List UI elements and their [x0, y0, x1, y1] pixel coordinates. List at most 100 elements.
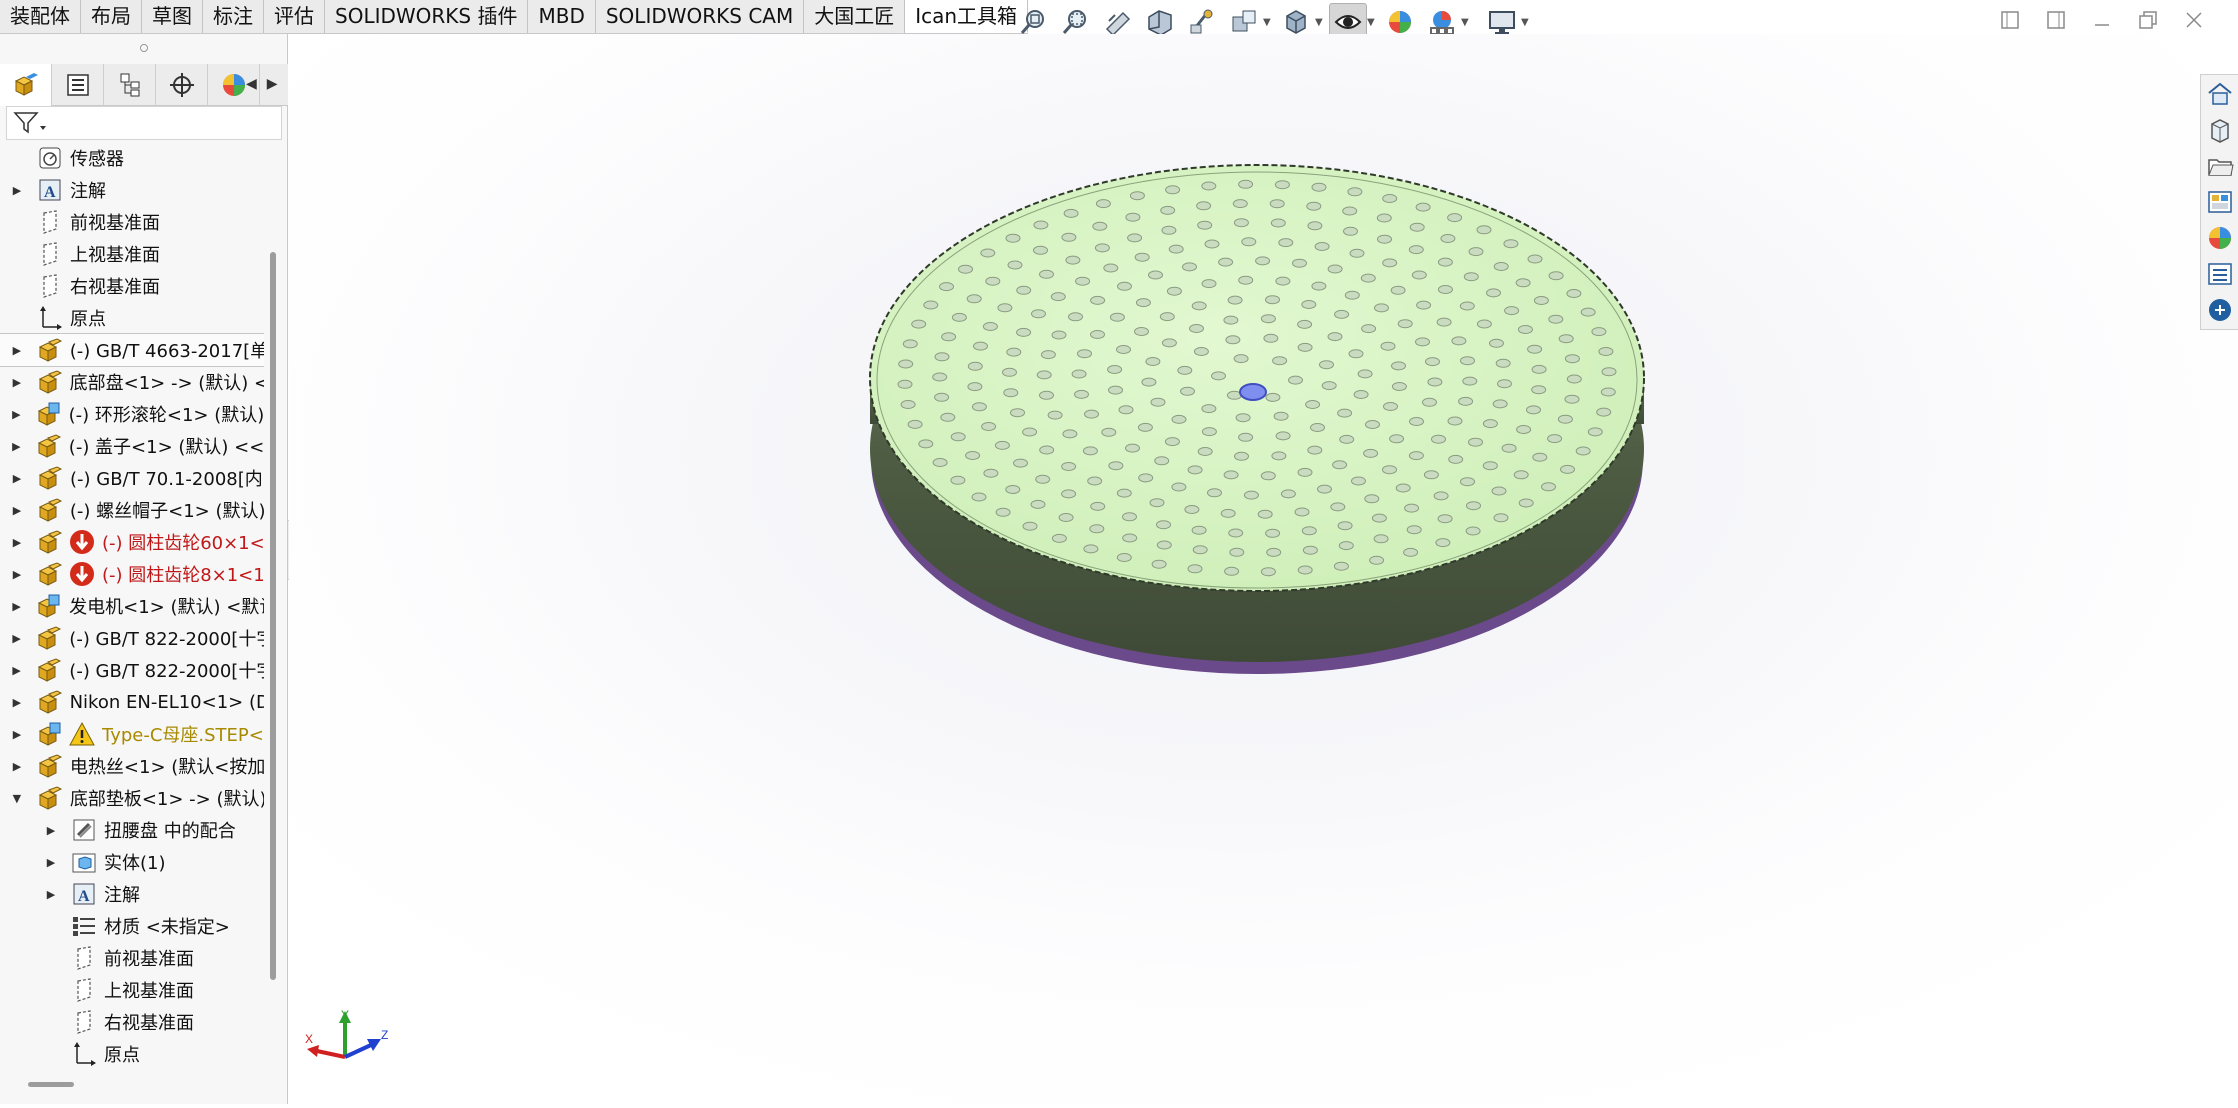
tree-item[interactable]: 前视基准面 [0, 942, 264, 974]
hole [1224, 566, 1240, 576]
tree-item[interactable]: ▼ 底部垫板<1> -> (默认) [0, 782, 264, 814]
expand-arrow-icon[interactable]: ▶ [10, 504, 24, 517]
expand-arrow-icon[interactable]: ▶ [10, 664, 23, 677]
tree-item[interactable]: 传感器 [0, 142, 264, 174]
tab-5[interactable]: SOLIDWORKS 插件 [325, 0, 529, 33]
tree-filter[interactable] [6, 106, 282, 140]
expand-arrow-icon[interactable]: ▶ [10, 728, 24, 741]
hole [1403, 547, 1419, 557]
file-explorer-icon[interactable] [2204, 151, 2236, 181]
tree-item[interactable]: ▶ (-) 螺丝帽子<1> (默认) [0, 494, 264, 526]
tree-item[interactable]: ▶ 底部盘<1> -> (默认) < [0, 366, 264, 398]
tile-left-icon[interactable] [1996, 6, 2024, 34]
tree-item[interactable]: ▶ (-) 盖子<1> (默认) <<默 [0, 430, 264, 462]
chevron-down-icon[interactable]: ▼ [1315, 17, 1325, 28]
hole [1156, 520, 1171, 530]
expand-arrow-icon[interactable]: ▶ [10, 568, 24, 581]
tree-item[interactable]: ▶ (-) GB/T 822-2000[十字 [0, 654, 264, 686]
filter-icon[interactable] [13, 110, 47, 136]
expand-arrow-icon[interactable]: ▶ [10, 408, 23, 421]
tree-item[interactable]: 右视基准面 [0, 270, 264, 302]
graphics-area[interactable]: Y X Z [289, 34, 2238, 1104]
chevron-down-icon[interactable]: ▼ [1367, 17, 1377, 28]
tree-item[interactable]: ▶ 实体(1) [0, 846, 264, 878]
panel-grip-handle[interactable] [140, 44, 148, 52]
hole [1377, 234, 1392, 244]
solidworks-forum-icon[interactable] [2204, 295, 2236, 325]
view-palette-icon[interactable] [2204, 187, 2236, 217]
tree-item[interactable]: 原点 [0, 1038, 264, 1070]
plane-icon [70, 944, 98, 972]
expand-arrow-icon[interactable]: ▶ [10, 344, 24, 357]
tree-item[interactable]: ▶ Nikon EN-EL10<1> (D [0, 686, 264, 718]
expand-arrow-icon[interactable]: ▶ [10, 440, 23, 453]
tab-4[interactable]: 评估 [264, 0, 325, 33]
feature-manager-tab-icon[interactable] [0, 64, 52, 106]
dimxpert-manager-tab-icon[interactable] [156, 64, 208, 106]
hole [1002, 367, 1017, 377]
expand-arrow-icon[interactable]: ▶ [10, 760, 24, 773]
chevron-down-icon[interactable]: ▼ [1263, 17, 1273, 28]
chevron-down-icon[interactable]: ▼ [1521, 17, 1531, 28]
home-icon[interactable] [2204, 79, 2236, 109]
tree-item[interactable]: ▶ A 注解 [0, 878, 264, 910]
collapse-arrow-icon[interactable]: ▼ [10, 792, 24, 805]
hole [1476, 319, 1492, 329]
hole [1332, 460, 1348, 470]
hole [1189, 324, 1204, 333]
tab-9[interactable]: Ican工具箱 [905, 0, 1029, 33]
expand-arrow-icon[interactable]: ▶ [10, 600, 23, 613]
configuration-manager-tab-icon[interactable] [104, 64, 156, 106]
expand-arrow-icon[interactable]: ▶ [10, 536, 24, 549]
chevron-down-icon[interactable]: ▼ [1461, 17, 1471, 28]
tab-1[interactable]: 布局 [81, 0, 142, 33]
close-icon[interactable] [2180, 6, 2208, 34]
tab-8[interactable]: 大国工匠 [804, 0, 906, 33]
minimize-icon[interactable] [2088, 6, 2116, 34]
expand-arrow-icon[interactable]: ▶ [10, 184, 24, 197]
tree-item[interactable]: ▶ 发电机<1> (默认) <默认 [0, 590, 264, 622]
appearances-icon[interactable] [2204, 223, 2236, 253]
expand-arrow-icon[interactable]: ▶ [10, 376, 24, 389]
tree-item[interactable]: 上视基准面 [0, 974, 264, 1006]
tree-item[interactable]: ▶ (-) GB/T 822-2000[十字 [0, 622, 264, 654]
tab-6[interactable]: MBD [528, 0, 596, 33]
restore-icon[interactable] [2134, 6, 2162, 34]
hole [1408, 245, 1424, 255]
tab-0[interactable]: 装配体 [0, 0, 81, 33]
tab-2[interactable]: 草图 [142, 0, 203, 33]
tree-horizontal-scrollbar[interactable] [28, 1082, 74, 1087]
tree-item[interactable]: ▶ 电热丝<1> (默认<按加 [0, 750, 264, 782]
expand-arrow-icon[interactable]: ▶ [10, 472, 24, 485]
hole [1134, 327, 1149, 336]
tree-item[interactable]: 上视基准面 [0, 238, 264, 270]
tree-item[interactable]: ▶ (-) 圆柱齿轮8×1<1 [0, 558, 264, 590]
tree-item[interactable]: 材质 <未指定> [0, 910, 264, 942]
model-view[interactable] [289, 34, 2238, 1104]
expand-arrow-icon[interactable]: ▶ [44, 888, 58, 901]
expand-arrow-icon[interactable]: ▶ [10, 632, 23, 645]
property-manager-tab-icon[interactable] [52, 64, 104, 106]
tab-3[interactable]: 标注 [203, 0, 264, 33]
tree-item[interactable]: 右视基准面 [0, 1006, 264, 1038]
tree-item[interactable]: ▶ Type-C母座.STEP< [0, 718, 264, 750]
panel-tabs [0, 64, 288, 106]
tree-item[interactable]: ▶ 扭腰盘 中的配合 [0, 814, 264, 846]
tree-item[interactable]: ▶ (-) GB/T 70.1-2008[内 [0, 462, 264, 494]
tree-item[interactable]: ▶ (-) GB/T 4663-2017[单 [0, 333, 264, 367]
tree-item[interactable]: 前视基准面 [0, 206, 264, 238]
tab-7[interactable]: SOLIDWORKS CAM [596, 0, 805, 33]
tree-item[interactable]: ▶ A 注解 [0, 174, 264, 206]
expand-arrow-icon[interactable]: ▶ [44, 824, 58, 837]
tree-item[interactable]: 原点 [0, 302, 264, 334]
tree-vertical-scrollbar[interactable] [270, 252, 276, 980]
tree-item[interactable]: ▶ (-) 环形滚轮<1> (默认) < [0, 398, 264, 430]
tile-right-icon[interactable] [2042, 6, 2070, 34]
expand-arrow-icon[interactable]: ▶ [44, 856, 58, 869]
custom-properties-icon[interactable] [2204, 259, 2236, 289]
3d-views-icon[interactable] [2204, 115, 2236, 145]
chevron-left-icon[interactable]: ◀ [246, 76, 257, 92]
tree-item[interactable]: ▶ (-) 圆柱齿轮60×1< [0, 526, 264, 558]
expand-arrow-icon[interactable]: ▶ [10, 696, 24, 709]
chevron-right-icon[interactable]: ▶ [267, 76, 278, 92]
